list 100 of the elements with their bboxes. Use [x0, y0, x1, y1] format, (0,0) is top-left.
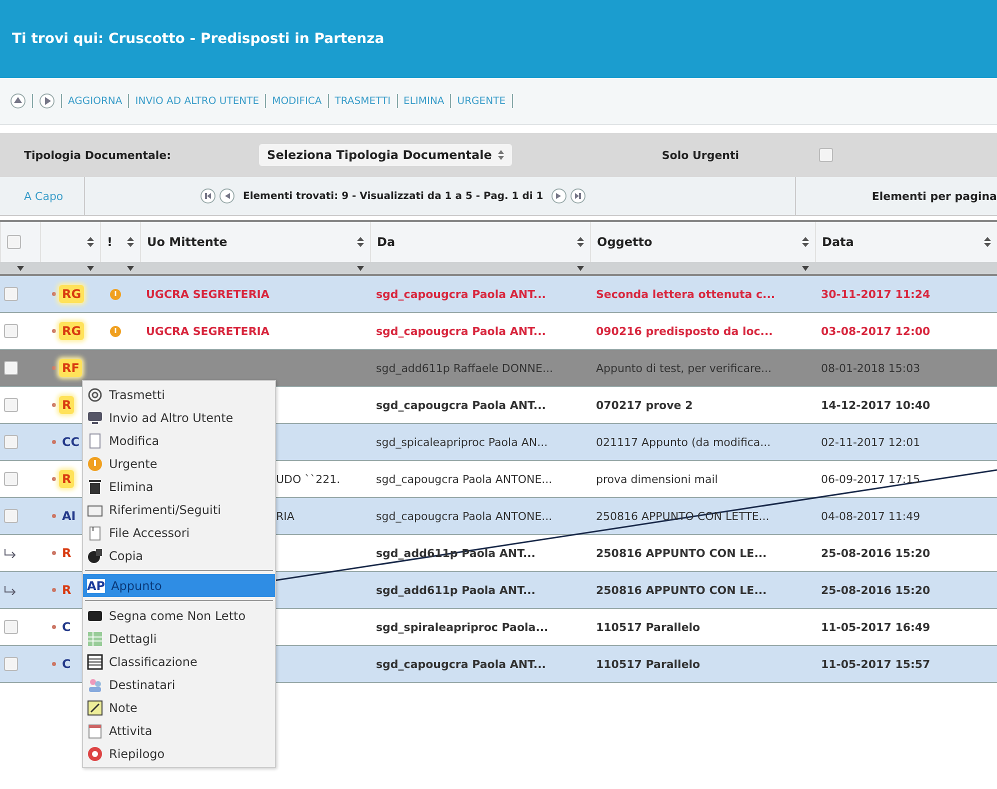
summary-icon: [87, 746, 103, 762]
table-cell: 110517 Parallelo: [596, 658, 700, 670]
select-all-checkbox[interactable]: [7, 235, 21, 249]
pager-summary: Elementi trovati: 9 - Visualizzati da 1 a 5 - Pag. 1 di 1: [243, 190, 544, 202]
filter-dropdown-icon[interactable]: [127, 266, 134, 270]
bullet-icon: [52, 514, 56, 518]
menu-item[interactable]: Attivita: [83, 719, 275, 742]
up-icon[interactable]: [10, 93, 26, 109]
table-cell: sgd_add611p Paola ANT...: [376, 584, 536, 596]
bullet-icon: [52, 403, 56, 407]
filter-label: Tipologia Documentale:: [24, 148, 172, 162]
table-cell: 250816 APPUNTO CON LE...: [596, 546, 767, 560]
table-cell: 070217 prove 2: [596, 398, 693, 412]
table-cell: 11-05-2017 15:57: [821, 658, 930, 670]
table-cell: 110517 Parallelo: [596, 620, 700, 634]
bullet-icon: [52, 440, 56, 444]
bullet-icon: [52, 366, 56, 370]
previous-page-icon[interactable]: [219, 188, 235, 204]
filter-dropdown-icon[interactable]: [16, 266, 24, 270]
table-cell: 090216 predisposto da loc...: [596, 324, 773, 338]
breadcrumb-title: Ti trovi qui: Cruscotto - Predisposti in Partenza: [12, 31, 384, 47]
document-icon: [87, 432, 103, 448]
row-checkbox[interactable]: [4, 361, 18, 375]
type-select[interactable]: Seleziona Tipologia Documentale: [259, 144, 512, 166]
sort-icon[interactable]: [802, 237, 809, 247]
filter-dropdown-icon[interactable]: [87, 266, 94, 270]
sort-icon[interactable]: [577, 237, 584, 247]
table-cell: 30-11-2017 11:24: [821, 288, 930, 300]
menu-item[interactable]: Note: [83, 696, 275, 719]
sort-icon[interactable]: [357, 237, 364, 247]
menu-item[interactable]: AP Appunto: [83, 574, 275, 597]
urgent-checkbox[interactable]: [819, 148, 834, 162]
menu-item[interactable]: Classificazione: [83, 650, 275, 673]
table-cell: Seconda lettera ottenuta c...: [596, 288, 776, 300]
urgent-icon: [110, 326, 121, 336]
last-page-icon[interactable]: [570, 188, 586, 204]
bullet-icon: [52, 477, 56, 481]
play-icon[interactable]: [39, 93, 55, 109]
table-cell: sgd_capougcra Paola ANT...: [376, 324, 546, 338]
table-cell: sgd_capougcra Paola ANT...: [376, 288, 546, 300]
monitor-icon: [87, 410, 103, 426]
select-arrows-icon: [498, 150, 504, 160]
urgent-icon: [110, 288, 121, 300]
next-page-icon[interactable]: [551, 188, 568, 204]
column-header[interactable]: Data: [822, 235, 854, 249]
column-header[interactable]: Uo Mittente: [147, 235, 228, 249]
table-cell: 250816 APPUNTO CON LE...: [596, 584, 767, 596]
table-cell: 11-05-2017 16:49: [821, 620, 930, 634]
document-type-label: R: [62, 583, 72, 597]
table-cell: UGCRA SEGRETERIA: [146, 288, 270, 300]
sort-icon[interactable]: [984, 237, 991, 247]
table-cell: sgd_capougcra Paola ANT...: [376, 658, 546, 670]
table-cell: 04-08-2017 11:49: [821, 510, 920, 522]
bullet-icon: [52, 329, 56, 333]
table-cell: 14-12-2017 10:40: [821, 398, 930, 412]
table-cell: sgd_add611p Raffaele DONNE...: [376, 362, 553, 374]
column-header[interactable]: Da: [377, 235, 396, 249]
table-cell: 06-09-2017 17:15: [821, 472, 920, 486]
first-page-icon[interactable]: [200, 188, 216, 204]
table-cell: sgd_capougcra Paola ANTONE...: [376, 472, 552, 486]
reply-arrow-icon: [4, 586, 16, 594]
note-icon: [87, 700, 103, 716]
sort-icon[interactable]: [87, 237, 94, 247]
bullet-icon: [52, 292, 56, 296]
row-checkbox[interactable]: [4, 620, 18, 634]
table-cell: 03-08-2017 12:00: [821, 324, 930, 338]
row-checkbox[interactable]: [4, 287, 18, 301]
menu-item[interactable]: Copia: [83, 544, 275, 567]
row-checkbox[interactable]: [4, 472, 18, 486]
file-icon: [87, 524, 103, 540]
document-type-label: C: [62, 657, 71, 671]
document-type-label: RG: [62, 287, 82, 301]
table-cell: UDO ``221.: [276, 472, 340, 486]
menu-item[interactable]: Riferimenti/Seguiti: [83, 498, 275, 521]
column-header[interactable]: Oggetto: [597, 235, 652, 249]
sort-icon[interactable]: [127, 237, 134, 247]
table-cell: UGCRA SEGRETERIA: [146, 324, 270, 338]
row-checkbox[interactable]: [4, 324, 18, 338]
row-checkbox[interactable]: [4, 398, 18, 412]
row-checkbox[interactable]: [4, 509, 18, 523]
table-cell: sgd_spiraleapriproc Paola...: [376, 620, 548, 634]
menu-item[interactable]: Modifica: [83, 429, 275, 452]
filter-dropdown-icon[interactable]: [802, 266, 809, 270]
table-row[interactable]: RG UGCRA SEGRETERIA sgd_capougcra Paola ANT... Seconda lettera ottenuta c... 30-11-2017 11:24: [0, 276, 997, 313]
row-checkbox[interactable]: [4, 657, 18, 671]
per-page-label: Elementi per pagina: [794, 177, 997, 215]
document-type-label: RF: [62, 361, 80, 375]
menu-item[interactable]: Riepilogo: [83, 742, 275, 765]
menu-item[interactable]: Elimina: [83, 475, 275, 498]
row-checkbox[interactable]: [4, 435, 18, 449]
table-row[interactable]: RF sgd_add611p Raffaele DONNE... Appunto di test, per verificare... 08-01-2018 15:03: [0, 350, 997, 387]
filter-dropdown-icon[interactable]: [577, 266, 584, 270]
filter-dropdown-icon[interactable]: [357, 266, 364, 270]
document-type-label: C: [62, 620, 71, 634]
at-sign-icon: [87, 386, 103, 402]
appunto-icon: AP: [87, 578, 106, 592]
people-icon: [87, 676, 103, 692]
column-header[interactable]: !: [107, 235, 112, 249]
bullet-icon: [52, 625, 56, 629]
document-type-label: RG: [62, 324, 82, 338]
